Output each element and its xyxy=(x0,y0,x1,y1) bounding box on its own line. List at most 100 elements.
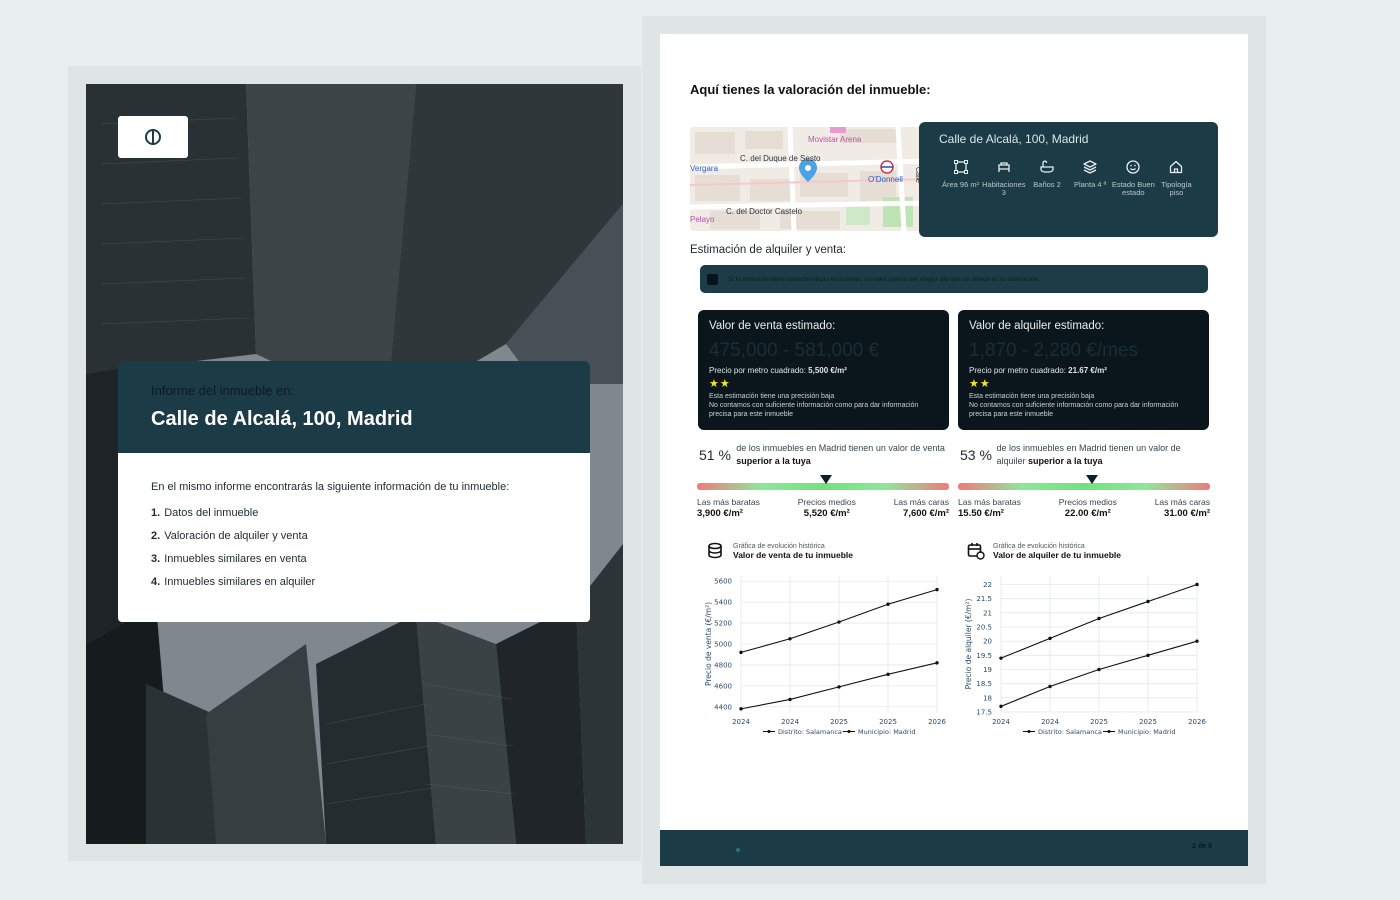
cover-intro: En el mismo informe encontrarás la sigui… xyxy=(151,481,510,493)
plot-background xyxy=(965,566,1209,742)
cover-subtitle: Informe del inmueble en: xyxy=(151,383,295,398)
legend-marker xyxy=(767,730,771,733)
map-label: Pelayo xyxy=(690,215,715,224)
data-point xyxy=(1048,636,1052,641)
y-tick-label: 17.5 xyxy=(976,709,992,717)
rent-chart-title: Valor de alquiler de tu inmueble xyxy=(993,549,1122,560)
contents-list: 1. Datos del inmueble 2. Valoración de alq… xyxy=(151,507,557,588)
y-tick-label: 18.5 xyxy=(976,680,992,688)
rent-history-chart: 17.5 18 18.5 19 19.5 20 20.5 21 21.5 22 2024 2024 20… xyxy=(964,566,1209,742)
sale-price-scale: Las más baratas 3,900 €/m² Precios medios… xyxy=(697,497,949,519)
rent-percent: 53 % xyxy=(960,447,992,463)
page-number: 2 de 6 xyxy=(1192,843,1212,850)
rent-price-gradient xyxy=(958,475,1210,490)
sale-note-detail: No contamos con suficiente información c… xyxy=(709,402,919,418)
feature-floor: Planta 4 ª xyxy=(1069,160,1112,197)
y-tick-label: 5400 xyxy=(714,599,732,607)
cover-header: Informe del inmueble en: Calle de Alcalá… xyxy=(118,361,590,453)
y-tick-label: 22 xyxy=(983,581,992,589)
rent-note: Esta estimación tiene una precisión baja xyxy=(969,393,1095,400)
rent-ppm: Precio por metro cuadrado: 21.67 €/m² xyxy=(969,366,1107,375)
contents-item: 2. Valoración de alquiler y venta xyxy=(151,530,308,542)
map-label: Movistar Arena xyxy=(808,135,862,144)
home-icon xyxy=(1170,160,1183,174)
valuation-page: Aquí tienes la valoración del inmueble: xyxy=(660,34,1248,866)
sale-value-card: Valor de venta estimado: 475,000 - 581,0… xyxy=(698,310,949,430)
data-point xyxy=(1146,599,1150,604)
data-point xyxy=(739,650,743,655)
sale-position-marker xyxy=(819,475,832,484)
data-point xyxy=(1097,667,1101,672)
property-features: Área 96 m² Habitaciones 3 Baños 2 Planta… xyxy=(939,160,1198,197)
sale-chart-title: Valor de venta de tu inmueble xyxy=(733,549,853,560)
y-tick-label: 18 xyxy=(983,694,992,702)
y-tick-label: 19 xyxy=(983,666,992,674)
y-axis-label: Precio de venta (€/m²) xyxy=(704,602,713,686)
legend-marker xyxy=(847,730,851,733)
page-footer: 2 de 6 xyxy=(660,830,1248,866)
x-tick-label: 2025 xyxy=(1090,718,1108,726)
footer-logo-dot xyxy=(736,848,740,852)
sale-percentile: 51 % de los inmuebles en Madrid tienen u… xyxy=(697,442,949,519)
rent-precision-stars: ★★ xyxy=(969,378,991,390)
data-point xyxy=(788,637,792,641)
data-point xyxy=(1146,653,1150,658)
rent-price-scale: Las más baratas 15.50 €/m² Precios medios… xyxy=(958,497,1210,519)
estimation-title: Estimación de alquiler y venta: xyxy=(690,244,846,256)
contents-item: 1. Datos del inmueble xyxy=(151,507,259,519)
y-tick-label: 5200 xyxy=(714,620,732,628)
brand-logo xyxy=(118,116,188,158)
rent-heading: Valor de alquiler estimado: xyxy=(969,320,1105,332)
info-banner: Si tu inmueble tiene características exc… xyxy=(700,265,1208,293)
data-point xyxy=(788,697,792,702)
data-point xyxy=(935,661,939,665)
sale-precision-stars: ★★ xyxy=(709,378,731,390)
data-point xyxy=(886,672,890,677)
sale-ppm: Precio por metro cuadrado: 5,500 €/m² xyxy=(709,366,847,375)
area-icon xyxy=(953,160,968,174)
y-tick-label: 19.5 xyxy=(976,652,992,660)
feature-rooms: Habitaciones 3 xyxy=(982,160,1025,197)
cover-address: Calle de Alcalá, 100, Madrid xyxy=(151,408,413,430)
rent-percentile: 53 % de los inmuebles en Madrid tienen u… xyxy=(958,442,1210,519)
property-card: Calle de Alcalá, 100, Madrid Área 96 m² … xyxy=(919,122,1218,237)
rent-percent-desc: de los inmuebles en Madrid tienen un val… xyxy=(996,443,1181,466)
layers-icon xyxy=(1083,160,1097,174)
rent-chart-header: Gráfica de evolución histórica Valor de a… xyxy=(967,542,1211,560)
data-point xyxy=(837,620,841,624)
map-label: O'Donnell xyxy=(868,175,903,184)
sale-range: 475,000 - 581,000 € xyxy=(709,340,880,361)
location-map[interactable]: Movistar Arena C. del Duque de Sesto Ver… xyxy=(690,127,928,231)
page-title: Aquí tienes la valoración del inmueble: xyxy=(690,82,931,97)
x-tick-label: 2026 xyxy=(1188,718,1206,726)
logo-icon xyxy=(145,129,161,145)
contents-item: 4. Inmuebles similares en alquiler xyxy=(151,576,316,588)
y-tick-label: 21.5 xyxy=(976,595,992,603)
sale-price-gradient xyxy=(697,475,949,490)
rent-value-card: Valor de alquiler estimado: 1,870 - 2,28… xyxy=(958,310,1209,430)
data-point xyxy=(739,707,743,711)
y-tick-label: 21 xyxy=(983,609,992,617)
sale-note: Esta estimación tiene una precisión baja xyxy=(709,393,835,400)
bed-icon xyxy=(998,162,1010,172)
x-tick-label: 2024 xyxy=(1041,718,1059,726)
rent-position-marker xyxy=(1085,475,1098,484)
legend-marker xyxy=(1107,730,1111,733)
x-tick-label: 2025 xyxy=(1139,718,1157,726)
rent-range: 1,870 - 2,280 €/mes xyxy=(969,340,1138,361)
property-address: Calle de Alcalá, 100, Madrid xyxy=(939,132,1089,146)
sale-chart-header: Gráfica de evolución histórica Valor de v… xyxy=(707,542,951,560)
x-tick-label: 2026 xyxy=(928,718,946,726)
data-point xyxy=(1195,639,1199,643)
y-tick-label: 20 xyxy=(983,638,992,646)
data-point xyxy=(999,704,1003,709)
data-point xyxy=(886,602,890,606)
y-tick-label: 4400 xyxy=(714,703,732,711)
contents-item: 3. Inmuebles similares en venta xyxy=(151,553,307,565)
data-point xyxy=(1097,616,1101,621)
feature-type: Tipología piso xyxy=(1155,160,1198,197)
map-label: Vergara xyxy=(690,164,719,173)
bath-icon xyxy=(1040,160,1054,173)
rent-chart-block: Gráfica de evolución histórica Valor de a… xyxy=(957,542,1211,751)
x-tick-label: 2024 xyxy=(732,718,750,726)
